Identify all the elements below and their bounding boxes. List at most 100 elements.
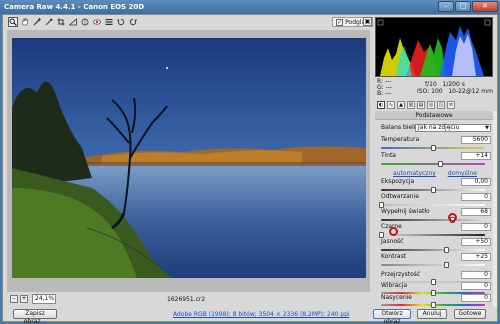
temperature-value[interactable]: 5600: [461, 136, 491, 144]
tab-hsl[interactable]: ▥: [407, 101, 415, 109]
white-balance-tool-icon[interactable]: [32, 17, 42, 27]
recovery-label: Odtwarzanie: [381, 193, 419, 200]
panel-title: Podstawowe: [375, 111, 493, 120]
zoom-tool-icon[interactable]: [8, 17, 18, 27]
lens: 10-22@12 mm: [448, 88, 493, 95]
vibrance-value[interactable]: 0: [461, 282, 491, 290]
auto-link[interactable]: automatyczny: [393, 170, 436, 177]
saturation-value[interactable]: 0: [461, 294, 491, 302]
fill-light-track: [381, 219, 485, 221]
tab-basic[interactable]: ◐: [377, 101, 385, 109]
tab-camera-calibration[interactable]: ◫: [437, 101, 445, 109]
recovery-slider[interactable]: [379, 202, 485, 208]
brightness-track: [381, 249, 485, 251]
contrast-label: Kontrast: [381, 253, 407, 260]
brightness-value[interactable]: +50: [461, 238, 491, 246]
brightness-slider[interactable]: [381, 247, 485, 253]
rotate-left-icon[interactable]: [116, 17, 126, 27]
color-sampler-tool-icon[interactable]: [44, 17, 54, 27]
zoom-level-select[interactable]: 24,1%: [32, 294, 56, 304]
window-title-bar[interactable]: Camera Raw 4.4.1 - Canon EOS 20D – □ ✕: [0, 0, 500, 14]
hand-tool-icon[interactable]: [20, 17, 30, 27]
white-balance-label: Balans bieli:: [381, 124, 418, 131]
white-balance-value: Jak na zdjęciu: [418, 124, 460, 131]
iso-lens-info: ISO: 100 10-22@12 mm: [417, 88, 493, 95]
contrast-slider[interactable]: [381, 262, 485, 268]
done-button[interactable]: Gotowe: [454, 309, 486, 319]
bottom-bar: Zapisz obraz... Adobe RGB (1998); 8 bitó…: [3, 307, 497, 324]
clarity-value[interactable]: 0: [461, 271, 491, 279]
red-eye-tool-icon[interactable]: [92, 17, 102, 27]
exposure-value[interactable]: 0,00: [461, 178, 491, 186]
preview-photo[interactable]: [12, 38, 366, 278]
cancel-button[interactable]: Anuluj: [417, 309, 447, 319]
tab-tone-curve[interactable]: ∿: [387, 101, 395, 109]
saturation-row: Nasycenie 0: [379, 294, 491, 302]
shutter-speed: 1/200 s: [442, 81, 465, 88]
tint-slider[interactable]: [381, 161, 485, 167]
image-preview-area[interactable]: [7, 30, 370, 292]
tab-presets[interactable]: ≡: [447, 101, 455, 109]
brightness-row: Jasność +50: [379, 238, 491, 246]
tint-row: Tinta +14: [379, 152, 491, 160]
preferences-icon[interactable]: [104, 17, 114, 27]
window-controls: – □ ✕: [438, 1, 498, 12]
crop-tool-icon[interactable]: [56, 17, 66, 27]
workflow-options-link[interactable]: Adobe RGB (1998); 8 bitów; 3504 × 2336 (…: [173, 311, 350, 318]
tab-split-toning[interactable]: ▤: [417, 101, 425, 109]
fill-light-slider[interactable]: [381, 217, 485, 223]
contrast-track: [381, 264, 485, 266]
default-link[interactable]: domyślne: [448, 170, 477, 177]
preview-check-icon[interactable]: ✓: [336, 18, 344, 26]
tab-detail[interactable]: ▲: [397, 101, 405, 109]
contrast-thumb[interactable]: [444, 262, 449, 268]
retouch-tool-icon[interactable]: [80, 17, 90, 27]
contrast-value[interactable]: +25: [461, 253, 491, 261]
contrast-row: Kontrast +25: [379, 253, 491, 261]
temperature-thumb[interactable]: [431, 145, 436, 151]
minimize-button[interactable]: –: [438, 1, 454, 12]
tint-thumb[interactable]: [438, 161, 444, 167]
rgb-readout: R: --- G: --- B: ---: [377, 79, 392, 97]
camera-raw-dialog: ✓ Podgląd ▣ – + 24,1% 1626951.cr2 R: ---…: [2, 14, 498, 324]
maximize-button[interactable]: □: [455, 1, 471, 12]
white-balance-select[interactable]: Jak na zdjęciu ▼: [415, 124, 491, 132]
image-filename: 1626951.cr2: [167, 296, 206, 303]
tint-track: [381, 163, 485, 165]
saturation-label: Nasycenie: [381, 294, 412, 301]
tint-value[interactable]: +14: [461, 152, 491, 160]
close-button[interactable]: ✕: [472, 1, 498, 12]
fullscreen-toggle-icon[interactable]: ▣: [363, 17, 372, 26]
exposure-slider[interactable]: [381, 187, 485, 193]
iso: ISO: 100: [417, 88, 443, 95]
white-balance-row: Balans bieli: Jak na zdjęciu ▼: [379, 124, 491, 132]
blacks-highlight-ring: [389, 227, 398, 236]
exposure-row: Ekspozycja 0,00: [379, 178, 491, 186]
b-value: ---: [385, 90, 392, 97]
panel-scrollbar[interactable]: [493, 111, 497, 307]
aperture: f/10: [425, 81, 437, 88]
histogram: [375, 17, 493, 77]
clarity-row: Przejrzystość 0: [379, 271, 491, 279]
rotate-right-icon[interactable]: [128, 17, 138, 27]
fill-light-row: Wypełnij światło 68: [379, 208, 491, 216]
fill-light-label: Wypełnij światło: [381, 208, 430, 215]
temperature-slider[interactable]: [381, 145, 485, 151]
camera-info: R: --- G: --- B: --- f/10 1/200 s ISO: 1…: [375, 78, 493, 98]
save-image-button[interactable]: Zapisz obraz...: [13, 309, 57, 324]
open-image-button[interactable]: Otwórz obraz: [373, 309, 411, 324]
vibrance-row: Wibracja 0: [379, 282, 491, 290]
blacks-value[interactable]: 0: [461, 223, 491, 231]
straighten-tool-icon[interactable]: [68, 17, 78, 27]
temperature-label: Temperatura: [381, 136, 420, 143]
adjustment-panel: R: --- G: --- B: --- f/10 1/200 s ISO: 1…: [375, 15, 497, 308]
auto-default-links: automatyczny domyślne: [379, 170, 491, 178]
b-label: B:: [377, 90, 384, 97]
zoom-in-button[interactable]: +: [20, 295, 28, 303]
fill-light-value[interactable]: 68: [461, 208, 491, 216]
recovery-track: [381, 204, 485, 206]
recovery-value[interactable]: 0: [461, 193, 491, 201]
zoom-out-button[interactable]: –: [10, 295, 18, 303]
brightness-label: Jasność: [381, 238, 404, 245]
tab-lens[interactable]: ◎: [427, 101, 435, 109]
